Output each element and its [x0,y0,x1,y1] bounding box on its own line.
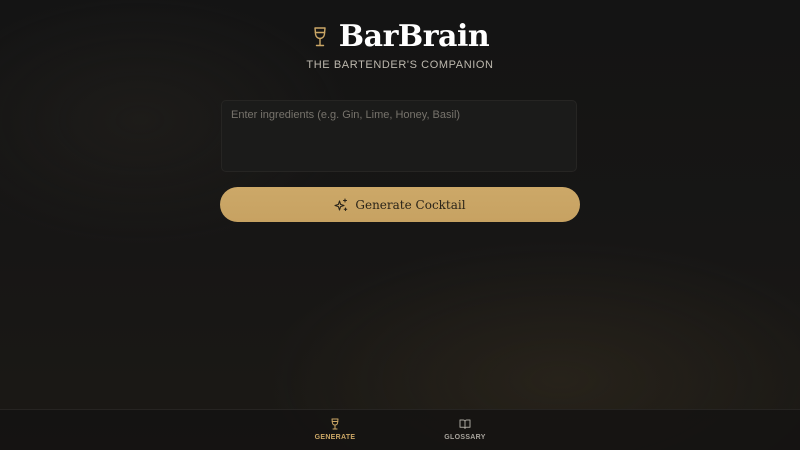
app-title: BarBrain [338,18,490,54]
generate-cocktail-button[interactable]: Generate Cocktail [220,187,580,222]
ingredients-input[interactable] [221,100,577,172]
nav-item-glossary[interactable]: GLOSSARY [425,418,505,441]
generate-button-label: Generate Cocktail [355,197,466,212]
nav-item-generate[interactable]: GENERATE [295,418,375,441]
nav-item-label: GENERATE [314,434,356,441]
brand: BarBrain [0,16,800,56]
app-tagline: THE BARTENDER'S COMPANION [306,59,494,71]
nav-item-label: GLOSSARY [444,434,486,441]
app-header: BarBrain THE BARTENDER'S COMPANION [0,16,800,72]
wine-glass-icon [329,418,341,430]
bottom-nav: GENERATE GLOSSARY [0,409,800,450]
sparkles-icon [334,197,348,212]
wine-glass-icon [311,26,329,48]
book-open-icon [459,418,471,430]
